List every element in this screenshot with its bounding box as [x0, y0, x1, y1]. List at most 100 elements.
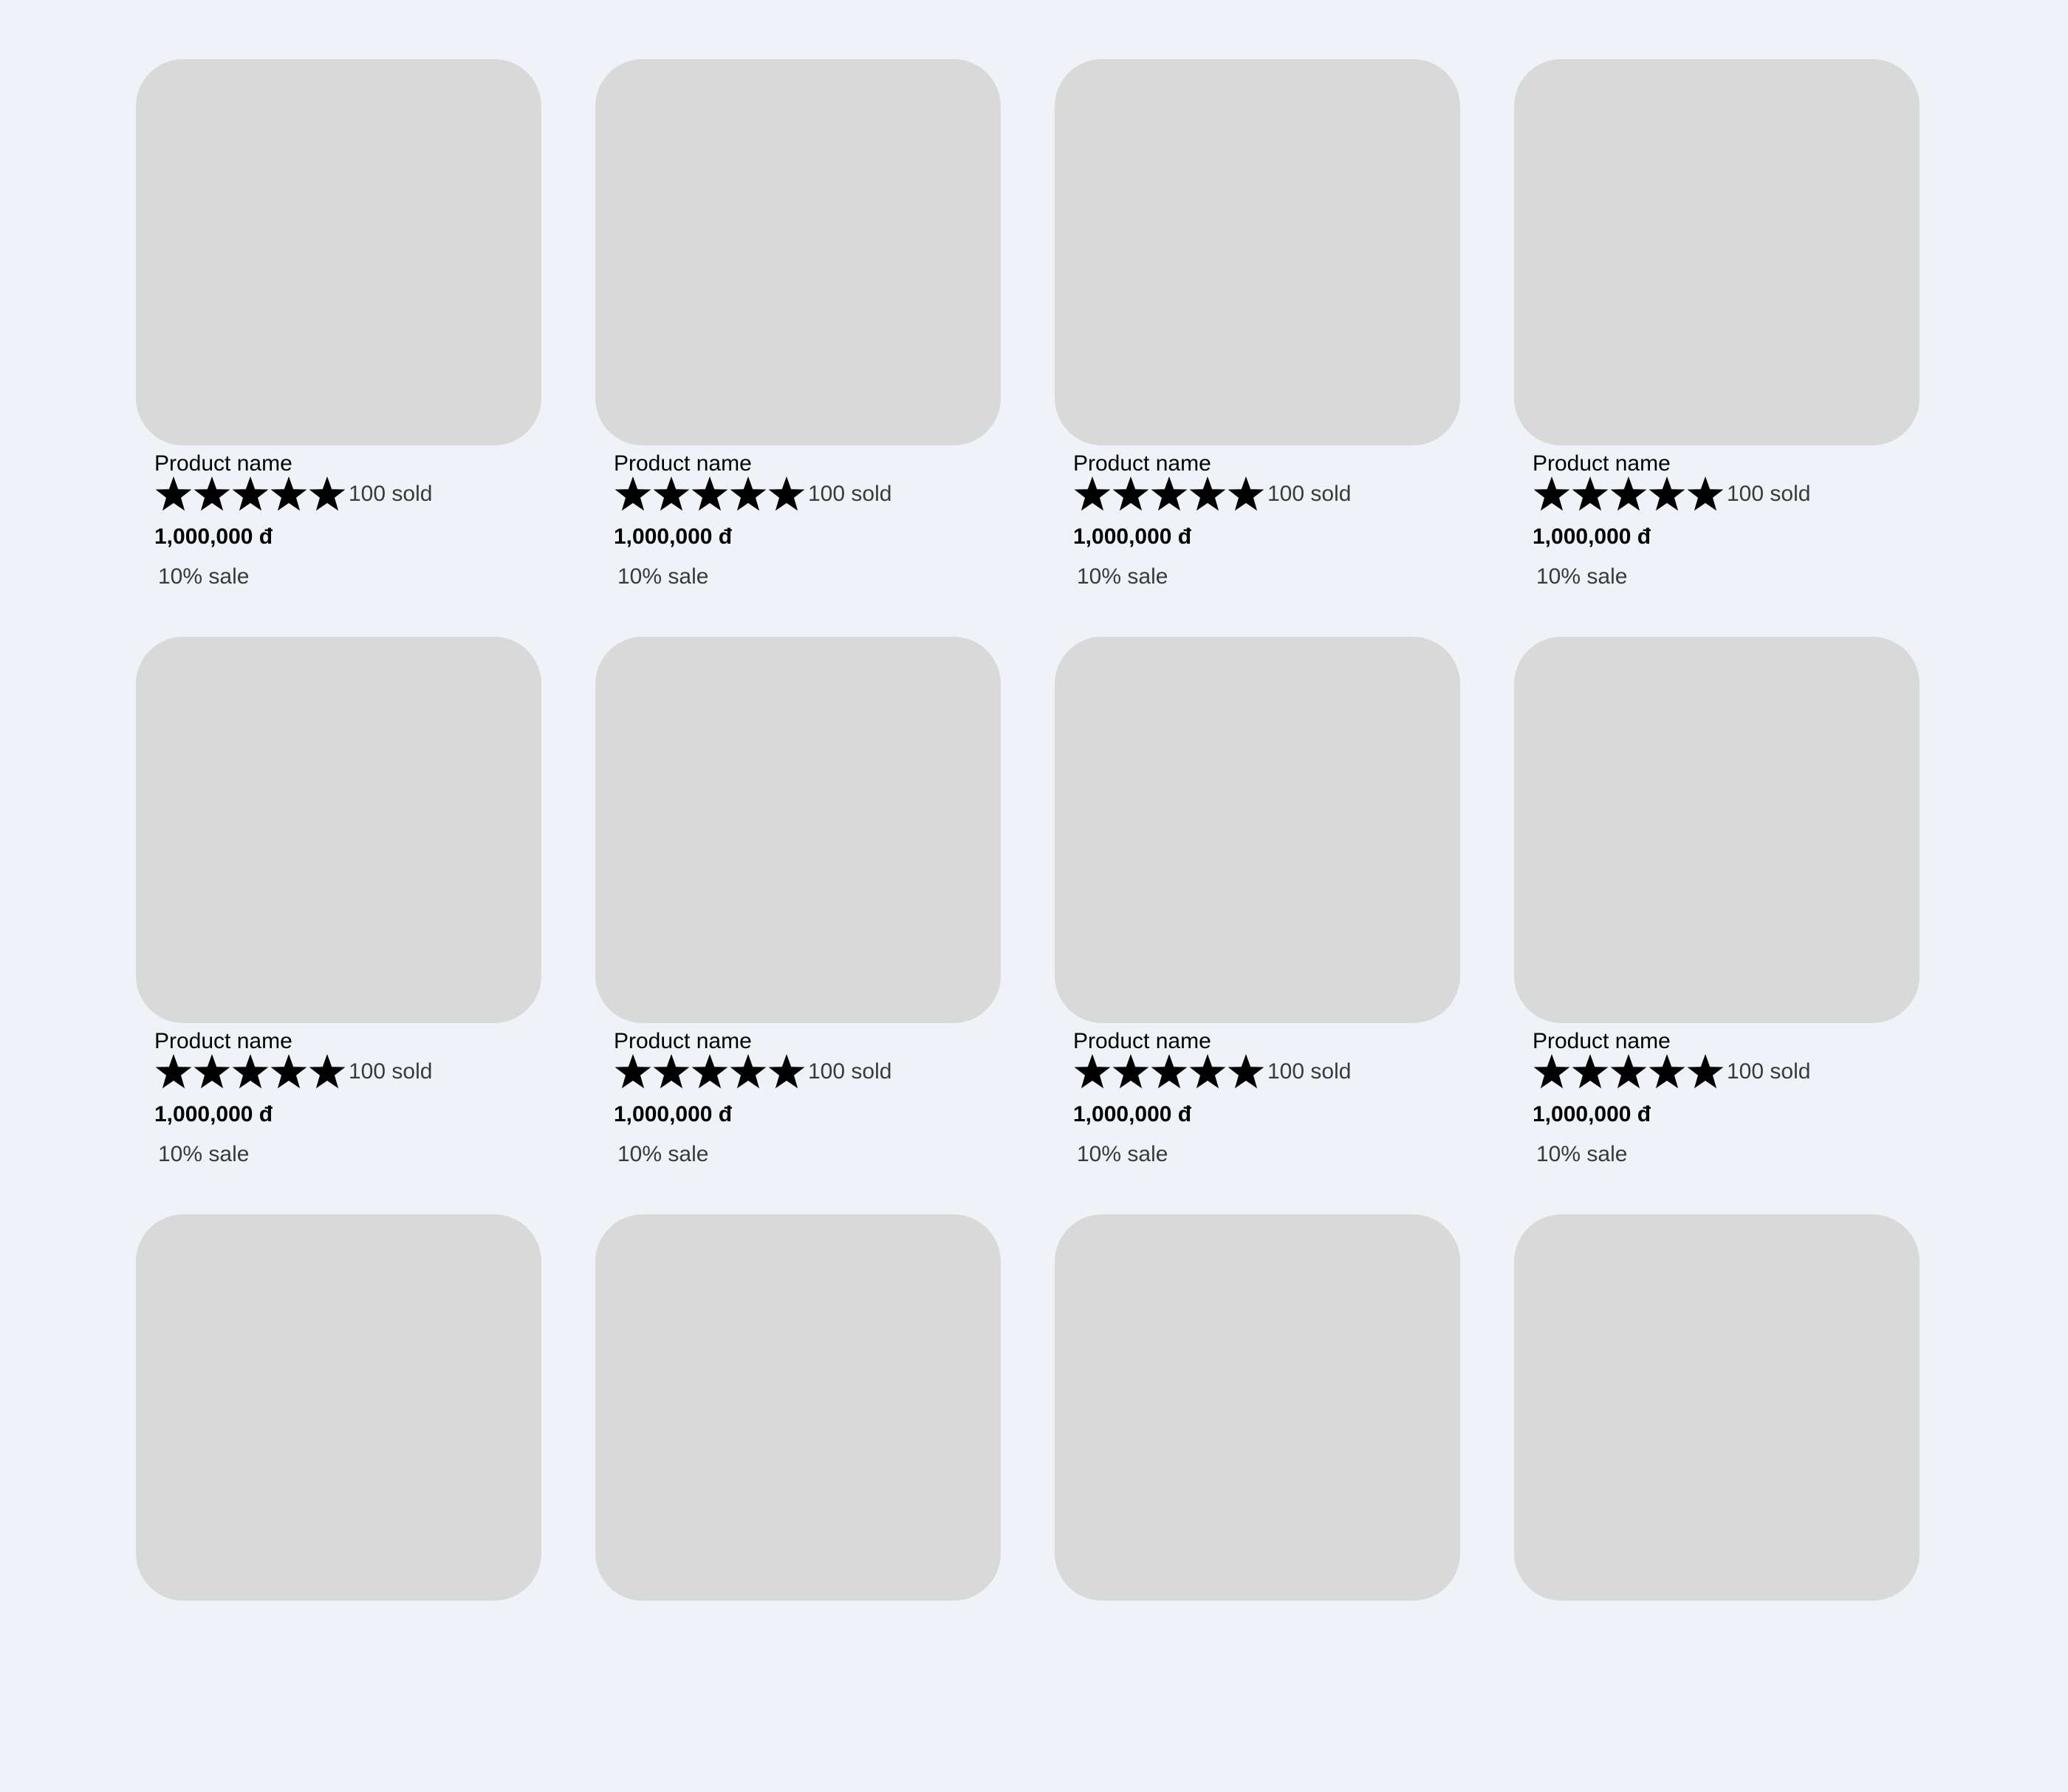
sold-count: 100 sold — [349, 1059, 433, 1084]
star-icon — [308, 475, 346, 513]
product-card[interactable]: Product name 100 sold 1,000,000 đ 10% sa… — [136, 59, 541, 637]
product-image-placeholder[interactable] — [595, 1214, 1001, 1601]
sale-badge: 10% sale — [617, 1142, 709, 1166]
product-name[interactable]: Product name — [1073, 1028, 1211, 1055]
product-image-placeholder[interactable] — [1055, 59, 1460, 445]
sold-count: 100 sold — [1727, 1059, 1811, 1084]
product-card[interactable]: Product name 100 sold 1,000,000 đ 10% sa… — [1055, 59, 1460, 637]
rating-row — [154, 1629, 157, 1669]
star-icon — [1073, 1053, 1112, 1091]
star-icon — [1188, 475, 1227, 513]
product-image-placeholder[interactable] — [1514, 637, 1920, 1023]
product-name[interactable]: Product name — [614, 451, 752, 477]
product-card[interactable]: Product name 100 sold 1,000,000 đ 10% sa… — [1514, 637, 1920, 1214]
star-icon — [1150, 1053, 1188, 1091]
product-price: 1,000,000 đ — [614, 1102, 733, 1126]
product-image-placeholder[interactable] — [1514, 1214, 1920, 1601]
product-name[interactable]: Product name — [614, 1028, 752, 1055]
sold-count: 100 sold — [1727, 482, 1811, 506]
product-image-placeholder[interactable] — [595, 59, 1001, 445]
star-icon — [154, 475, 193, 513]
product-image-placeholder[interactable] — [136, 1214, 541, 1601]
sold-count: 100 sold — [808, 1059, 892, 1084]
product-image-placeholder[interactable] — [136, 637, 541, 1023]
star-rating — [154, 1053, 346, 1091]
product-card[interactable]: Product name 100 sold 1,000,000 đ 10% sa… — [136, 637, 541, 1214]
rating-row — [1073, 1629, 1075, 1669]
product-price: 1,000,000 đ — [1533, 1102, 1651, 1126]
star-icon — [1686, 475, 1725, 513]
star-icon — [1571, 1053, 1609, 1091]
star-icon — [614, 1053, 652, 1091]
product-card[interactable]: Product name 100 sold 1,000,000 đ 10% sa… — [595, 59, 1001, 637]
rating-row: 100 sold — [614, 474, 891, 514]
product-name[interactable]: Product name — [1533, 451, 1671, 477]
star-icon — [614, 475, 652, 513]
sale-badge: 10% sale — [1077, 1142, 1168, 1166]
product-image-placeholder[interactable] — [1514, 59, 1920, 445]
star-icon — [1609, 1053, 1648, 1091]
sale-badge: 10% sale — [1536, 564, 1628, 589]
star-icon — [1686, 1053, 1725, 1091]
product-card[interactable]: Product name 100 sold 1,000,000 đ 10% sa… — [595, 637, 1001, 1214]
star-rating — [1533, 475, 1725, 513]
star-icon — [270, 475, 308, 513]
sold-count: 100 sold — [1267, 482, 1352, 506]
rating-row: 100 sold — [154, 474, 432, 514]
product-name[interactable]: Product name — [154, 1028, 292, 1055]
rating-row — [614, 1629, 616, 1669]
product-card[interactable] — [136, 1214, 541, 1792]
rating-row: 100 sold — [1533, 474, 1810, 514]
sold-count: 100 sold — [808, 482, 892, 506]
star-icon — [1571, 475, 1609, 513]
product-name[interactable]: Product name — [154, 451, 292, 477]
rating-row: 100 sold — [154, 1052, 432, 1092]
star-icon — [1227, 1053, 1265, 1091]
product-image-placeholder[interactable] — [1055, 1214, 1460, 1601]
product-grid: Product name 100 sold 1,000,000 đ 10% sa… — [136, 59, 1920, 1792]
product-image-placeholder[interactable] — [136, 59, 541, 445]
product-image-placeholder[interactable] — [1055, 637, 1460, 1023]
product-card[interactable]: Product name 100 sold 1,000,000 đ 10% sa… — [1514, 59, 1920, 637]
star-icon — [729, 475, 767, 513]
star-icon — [193, 1053, 231, 1091]
sale-badge: 10% sale — [158, 1142, 250, 1166]
rating-row — [1533, 1629, 1535, 1669]
product-price: 1,000,000 đ — [154, 524, 273, 549]
star-icon — [652, 475, 691, 513]
sale-badge: 10% sale — [617, 564, 709, 589]
product-price: 1,000,000 đ — [1073, 1102, 1192, 1126]
star-icon — [1073, 475, 1112, 513]
product-image-placeholder[interactable] — [595, 637, 1001, 1023]
star-rating — [154, 475, 346, 513]
star-icon — [1112, 1053, 1150, 1091]
product-price: 1,000,000 đ — [614, 524, 733, 549]
star-rating — [1073, 475, 1265, 513]
star-icon — [193, 475, 231, 513]
star-icon — [154, 1053, 193, 1091]
rating-row: 100 sold — [1073, 1052, 1351, 1092]
star-icon — [1227, 475, 1265, 513]
sale-badge: 10% sale — [1077, 564, 1168, 589]
star-icon — [1533, 1053, 1571, 1091]
sold-count: 100 sold — [349, 482, 433, 506]
product-card[interactable] — [1514, 1214, 1920, 1792]
star-icon — [1112, 475, 1150, 513]
star-icon — [231, 475, 270, 513]
star-icon — [1533, 475, 1571, 513]
star-icon — [691, 1053, 729, 1091]
star-icon — [691, 475, 729, 513]
product-card[interactable] — [1055, 1214, 1460, 1792]
star-icon — [308, 1053, 346, 1091]
star-icon — [1648, 1053, 1686, 1091]
sale-badge: 10% sale — [158, 564, 250, 589]
star-icon — [729, 1053, 767, 1091]
star-rating — [1533, 1053, 1725, 1091]
product-card[interactable] — [595, 1214, 1001, 1792]
star-icon — [270, 1053, 308, 1091]
product-name[interactable]: Product name — [1533, 1028, 1671, 1055]
product-name[interactable]: Product name — [1073, 451, 1211, 477]
star-icon — [767, 1053, 806, 1091]
product-card[interactable]: Product name 100 sold 1,000,000 đ 10% sa… — [1055, 637, 1460, 1214]
star-icon — [1609, 475, 1648, 513]
